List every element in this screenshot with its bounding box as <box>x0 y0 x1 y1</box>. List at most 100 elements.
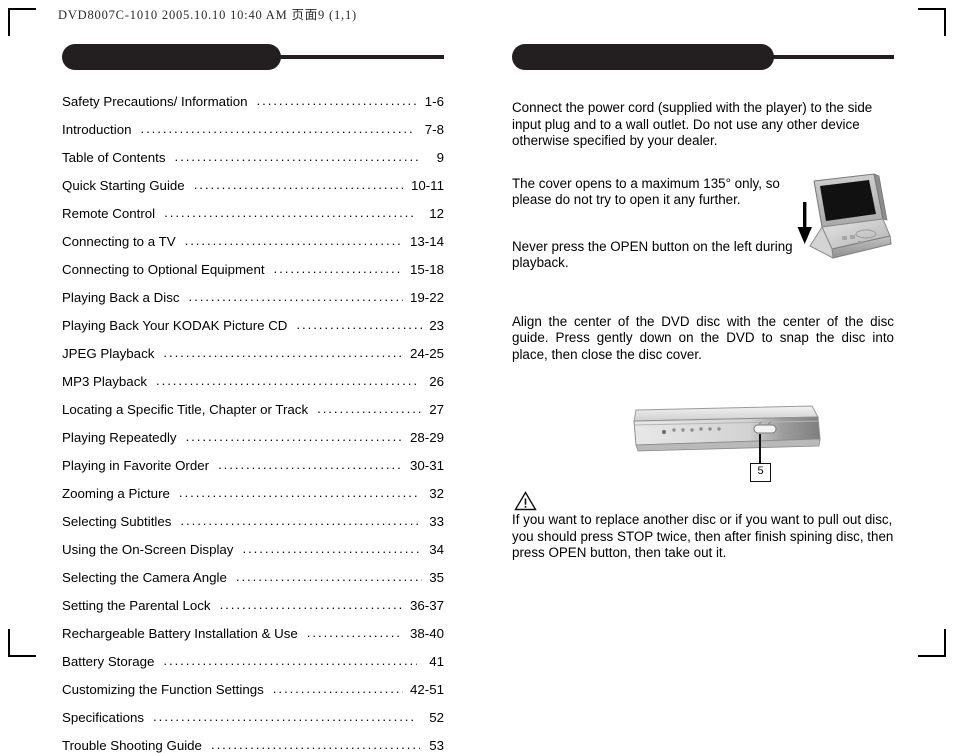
toc-entry[interactable]: Table of Contents.......................… <box>62 136 444 164</box>
toc-leader-dots: ........................................… <box>317 401 422 415</box>
toc-entry-page: 1-6 <box>424 93 444 109</box>
closed-player-section: 5 <box>512 401 894 485</box>
toc-entry-title: Rechargeable Battery Installation & Use <box>62 625 298 641</box>
warning-paragraph: If you want to replace another disc or i… <box>512 512 894 560</box>
toc-entry-title: Trouble Shooting Guide <box>62 737 202 753</box>
closed-player-image <box>633 405 821 463</box>
toc-entry-page: 7-8 <box>424 121 444 137</box>
toc-entry-title: Using the On-Screen Display <box>62 541 234 557</box>
toc-leader-dots: ........................................… <box>164 205 417 219</box>
down-arrow-icon <box>797 201 812 244</box>
toc-entry-title: Zooming a Picture <box>62 485 170 501</box>
cover-angle-paragraph: The cover opens to a maximum 135° only, … <box>512 175 780 208</box>
toc-entry-page: 23 <box>429 317 444 333</box>
toc-entry[interactable]: JPEG Playback...........................… <box>62 332 444 360</box>
right-header-pill <box>512 44 774 70</box>
crop-mark-bottom-right <box>918 629 946 657</box>
toc-entry[interactable]: MP3 Playback............................… <box>62 360 444 388</box>
toc-entry-title: Table of Contents <box>62 149 166 165</box>
toc-entry-title: Selecting Subtitles <box>62 513 172 529</box>
toc-leader-dots: ........................................… <box>188 289 403 303</box>
toc-leader-dots: ........................................… <box>180 513 418 527</box>
toc-entry-title: Battery Storage <box>62 653 155 669</box>
toc-leader-dots: ........................................… <box>193 177 404 191</box>
toc-entry[interactable]: Playing Back a Disc.....................… <box>62 276 444 304</box>
toc-leader-dots: ........................................… <box>184 233 403 247</box>
toc-leader-dots: ........................................… <box>242 541 422 555</box>
toc-entry-page: 26 <box>429 373 444 389</box>
toc-entry-title: JPEG Playback <box>62 345 155 361</box>
callout-box-5: 5 <box>750 463 771 482</box>
toc-entry-title: Connecting to Optional Equipment <box>62 261 265 277</box>
toc-entry[interactable]: Locating a Specific Title, Chapter or Tr… <box>62 388 444 416</box>
toc-leader-dots: ........................................… <box>272 681 403 695</box>
toc-entry[interactable]: Customizing the Function Settings.......… <box>62 668 444 696</box>
toc-entry[interactable]: Rechargeable Battery Installation & Use.… <box>62 612 444 640</box>
left-header-pill <box>62 44 281 70</box>
toc-leader-dots: ........................................… <box>210 737 420 751</box>
toc-entry[interactable]: Connecting to Optional Equipment........… <box>62 248 444 276</box>
toc-entry[interactable]: Safety Precautions/ Information.........… <box>62 80 444 108</box>
toc-entry-page: 12 <box>429 205 444 221</box>
left-page: Safety Precautions/ Information.........… <box>62 44 444 752</box>
toc-leader-dots: ........................................… <box>163 345 403 359</box>
toc-entry[interactable]: Setting the Parental Lock...............… <box>62 584 444 612</box>
toc-entry[interactable]: Quick Starting Guide....................… <box>62 164 444 192</box>
toc-entry-title: Quick Starting Guide <box>62 177 185 193</box>
toc-entry[interactable]: Playing Back Your KODAK Picture CD......… <box>62 304 444 332</box>
toc-leader-dots: ........................................… <box>163 653 417 667</box>
toc-entry-title: Playing Back a Disc <box>62 289 180 305</box>
toc-entry[interactable]: Remote Control..........................… <box>62 192 444 220</box>
toc-entry[interactable]: Playing in Favorite Order...............… <box>62 444 444 472</box>
toc-entry-page: 27 <box>429 401 444 417</box>
power-cord-paragraph: Connect the power cord (supplied with th… <box>512 100 873 148</box>
toc-leader-dots: ........................................… <box>306 625 403 639</box>
toc-entry-page: 24-25 <box>409 345 444 361</box>
toc-entry-page: 19-22 <box>409 289 444 305</box>
toc-leader-dots: ........................................… <box>218 457 403 471</box>
toc-entry-page: 42-51 <box>409 681 444 697</box>
toc-leader-dots: ........................................… <box>219 597 403 611</box>
toc-entry-page: 36-37 <box>409 597 444 613</box>
toc-entry-page: 13-14 <box>409 233 444 249</box>
toc-entry[interactable]: Playing Repeatedly......................… <box>62 416 444 444</box>
crop-mark-top-left <box>8 8 36 36</box>
toc-entry[interactable]: Battery Storage.........................… <box>62 640 444 668</box>
toc-entry-page: 41 <box>429 653 444 669</box>
toc-entry[interactable]: Specifications..........................… <box>62 696 444 724</box>
toc-entry[interactable]: Using the On-Screen Display.............… <box>62 528 444 556</box>
warning-triangle-icon <box>514 491 537 511</box>
toc-entry-page: 32 <box>429 485 444 501</box>
toc-entry[interactable]: Zooming a Picture.......................… <box>62 472 444 500</box>
toc-leader-dots: ........................................… <box>256 93 418 107</box>
toc-entry[interactable]: Connecting to a TV......................… <box>62 220 444 248</box>
toc-entry-page: 15-18 <box>409 261 444 277</box>
print-slug: DVD8007C-1010 2005.10.10 10:40 AM 页面9 (1… <box>58 8 357 22</box>
toc-entry-title: Safety Precautions/ Information <box>62 93 248 109</box>
open-button-paragraph: Never press the OPEN button on the left … <box>512 238 793 271</box>
toc-entry[interactable]: Introduction............................… <box>62 108 444 136</box>
toc-entry-page: 33 <box>429 513 444 529</box>
toc-entry-page: 30-31 <box>409 457 444 473</box>
open-player-illustration <box>780 164 896 272</box>
toc-entry[interactable]: Trouble Shooting Guide..................… <box>62 724 444 752</box>
toc-leader-dots: ........................................… <box>235 569 422 583</box>
toc-entry-title: Playing in Favorite Order <box>62 457 210 473</box>
toc-leader-dots: ........................................… <box>156 373 417 387</box>
toc-entry-title: Customizing the Function Settings <box>62 681 264 697</box>
toc-entry-title: Setting the Parental Lock <box>62 597 211 613</box>
toc-leader-dots: ........................................… <box>296 317 423 331</box>
toc-entry-title: Connecting to a TV <box>62 233 176 249</box>
toc-entry[interactable]: Selecting the Camera Angle..............… <box>62 556 444 584</box>
toc-entry[interactable]: Selecting Subtitles.....................… <box>62 500 444 528</box>
crop-mark-bottom-left <box>8 629 36 657</box>
toc-leader-dots: ........................................… <box>140 121 415 135</box>
closed-player-illustration <box>626 401 826 490</box>
toc-entry-page: 35 <box>429 569 444 585</box>
toc-entry-title: Specifications <box>62 709 145 725</box>
table-of-contents: Safety Precautions/ Information.........… <box>62 80 444 752</box>
left-header-rule <box>272 55 444 59</box>
toc-entry-title: Remote Control <box>62 205 156 221</box>
toc-leader-dots: ........................................… <box>174 149 418 163</box>
